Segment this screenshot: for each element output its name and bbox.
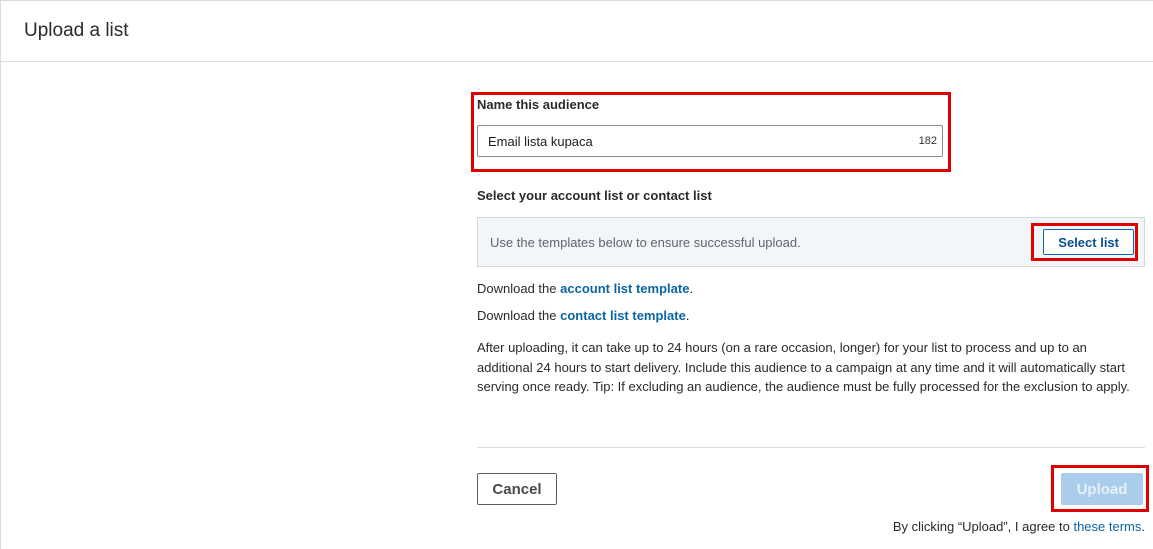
download-suffix: . (689, 281, 694, 296)
terms-text: By clicking “Upload”, I agree to these t… (893, 519, 1145, 534)
processing-info-text: After uploading, it can take up to 24 ho… (477, 340, 1130, 394)
audience-name-field[interactable]: 182 (477, 125, 943, 157)
page-header: Upload a list (1, 1, 1153, 62)
cancel-button[interactable]: Cancel (477, 473, 557, 505)
contact-list-template-link[interactable]: contact list template (560, 308, 686, 323)
upload-button[interactable]: Upload (1061, 473, 1143, 505)
page-title: Upload a list (24, 20, 129, 41)
list-select-label: Select your account list or contact list (477, 188, 712, 203)
download-suffix: . (685, 308, 690, 323)
char-counter: 182 (918, 135, 937, 147)
terms-prefix: By clicking “Upload”, I agree to (892, 519, 1074, 534)
select-list-button[interactable]: Select list (1043, 229, 1134, 255)
footer-divider (477, 447, 1145, 448)
upload-list-page: Upload a list Name this audience 182 Sel… (0, 0, 1153, 549)
terms-link[interactable]: these terms (1073, 519, 1141, 534)
account-list-template-link[interactable]: account list template (560, 281, 689, 296)
terms-suffix: . (1141, 519, 1145, 534)
contact-template-line: Download the contact list template. (477, 308, 689, 323)
audience-name-input[interactable] (478, 133, 919, 149)
template-hint-text: Use the templates below to ensure succes… (490, 234, 801, 250)
audience-name-label: Name this audience (477, 97, 600, 112)
template-hint-box: Use the templates below to ensure succes… (477, 217, 1145, 267)
download-prefix: Download the (477, 281, 561, 296)
account-template-line: Download the account list template. (477, 281, 693, 296)
download-prefix: Download the (477, 308, 561, 323)
